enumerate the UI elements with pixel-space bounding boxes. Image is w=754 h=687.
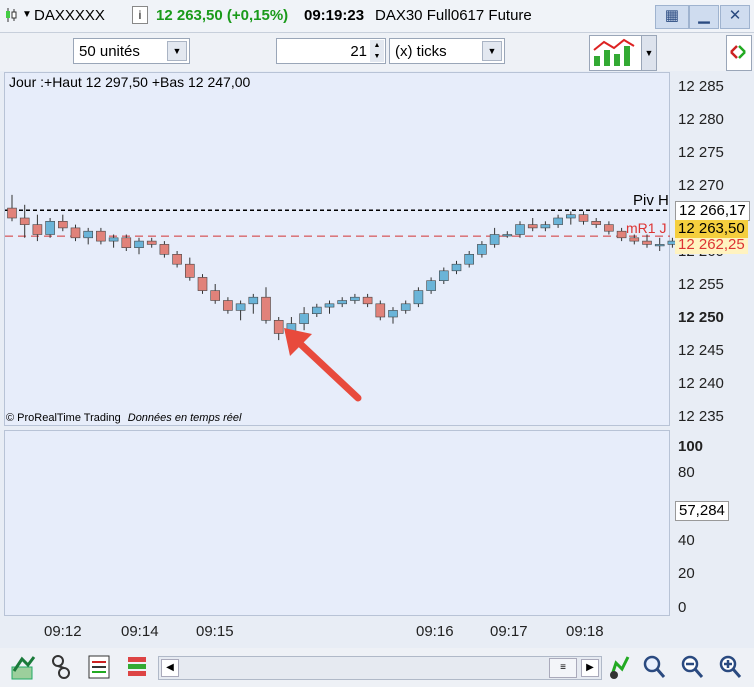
r1-label: mR1 J	[626, 220, 667, 236]
scroll-thumb[interactable]: ≡	[549, 658, 577, 678]
candle-body	[502, 234, 513, 237]
candle-body	[642, 240, 652, 245]
price-tick: 12 235	[678, 408, 724, 425]
candle-body	[235, 303, 246, 311]
candle-body	[223, 300, 233, 311]
candle-body	[540, 224, 551, 229]
scroll-right-icon[interactable]: ▶	[581, 659, 599, 677]
pivot-label: Piv H	[633, 192, 669, 209]
candle-body	[159, 244, 170, 255]
candle-body	[7, 207, 17, 219]
candle-body	[32, 224, 43, 235]
price-tick: 12 280	[678, 111, 724, 128]
candle-body	[654, 244, 665, 247]
time-tick: 09:16	[416, 623, 454, 640]
horizontal-scrollbar[interactable]: ◀ ≡ ▶	[158, 656, 602, 680]
candle-body	[388, 310, 398, 318]
candle-body	[96, 230, 106, 242]
candle-body	[172, 254, 182, 265]
candle-body	[121, 237, 132, 249]
candle-body	[350, 296, 360, 301]
time-tick: 09:18	[566, 623, 604, 640]
oscillator-panel[interactable]	[4, 430, 670, 616]
candle-body	[477, 244, 487, 255]
candle-body	[45, 221, 55, 235]
candle-body	[185, 263, 195, 278]
orders-icon[interactable]	[124, 653, 152, 681]
candle-body	[413, 290, 424, 305]
candle-body	[57, 221, 68, 229]
price-tick: 12 285	[678, 78, 724, 95]
pivot-price-box: 12 266,17	[675, 201, 750, 221]
candle-body	[83, 230, 93, 239]
candle-body	[210, 290, 220, 301]
r1-price-box: 12 262,25	[675, 236, 748, 254]
candle-body	[324, 303, 335, 308]
candle-body	[629, 237, 640, 242]
price-tick: 12 275	[678, 144, 724, 161]
time-tick: 09:15	[196, 623, 234, 640]
candle-body	[515, 224, 525, 235]
candle-body	[438, 270, 449, 281]
link-icon[interactable]	[48, 653, 76, 681]
candle-body	[489, 234, 500, 245]
auto-scale-icon[interactable]	[606, 653, 634, 681]
scroll-left-icon[interactable]: ◀	[161, 659, 179, 677]
price-tick: 12 245	[678, 342, 724, 359]
chart-type-icon[interactable]	[10, 653, 38, 681]
time-tick: 09:17	[490, 623, 528, 640]
candle-body	[299, 313, 309, 324]
candle-body	[527, 224, 538, 229]
price-tick: 12 270	[678, 177, 724, 194]
list-icon[interactable]	[86, 653, 114, 681]
candle-body	[591, 221, 602, 225]
zoom-in-icon[interactable]	[716, 653, 744, 681]
candle-body	[273, 319, 284, 334]
candle-body	[375, 303, 386, 318]
candle-body	[451, 263, 462, 272]
oscillator-tick: 80	[678, 464, 695, 481]
candle-body	[197, 277, 208, 291]
candle-body	[134, 240, 144, 249]
candle-body	[578, 214, 589, 222]
bottom-toolbar: ◀ ≡ ▶	[0, 648, 754, 687]
zoom-fit-icon[interactable]	[640, 653, 668, 681]
candle-body	[311, 306, 322, 315]
price-tick: 12 255	[678, 276, 724, 293]
price-tick: 12 250	[678, 309, 724, 326]
time-tick: 09:12	[44, 623, 82, 640]
candle-body	[70, 227, 81, 239]
annotation-arrow	[290, 334, 362, 402]
candle-body	[337, 300, 348, 305]
candle-body	[426, 280, 436, 291]
candle-body	[146, 240, 157, 245]
candle-body	[616, 230, 627, 239]
oscillator-tick: 100	[678, 438, 704, 455]
oscillator-value: 57,284	[675, 501, 729, 521]
candle-body	[565, 214, 576, 219]
current-price-box: 12 263,50	[675, 220, 748, 238]
time-tick: 09:14	[121, 623, 159, 640]
candle-body	[400, 303, 411, 311]
candle-body	[604, 224, 614, 232]
candle-body	[261, 296, 271, 321]
candle-body	[464, 254, 475, 265]
oscillator-tick: 40	[678, 532, 695, 549]
oscillator-tick: 20	[678, 565, 695, 582]
candle-body	[553, 217, 563, 225]
candle-body	[248, 296, 259, 305]
candle-body	[108, 237, 119, 242]
zoom-out-icon[interactable]	[678, 653, 706, 681]
oscillator-tick: 0	[678, 599, 687, 616]
candle-body	[19, 217, 30, 225]
candle-body	[362, 296, 373, 305]
price-tick: 12 240	[678, 375, 724, 392]
